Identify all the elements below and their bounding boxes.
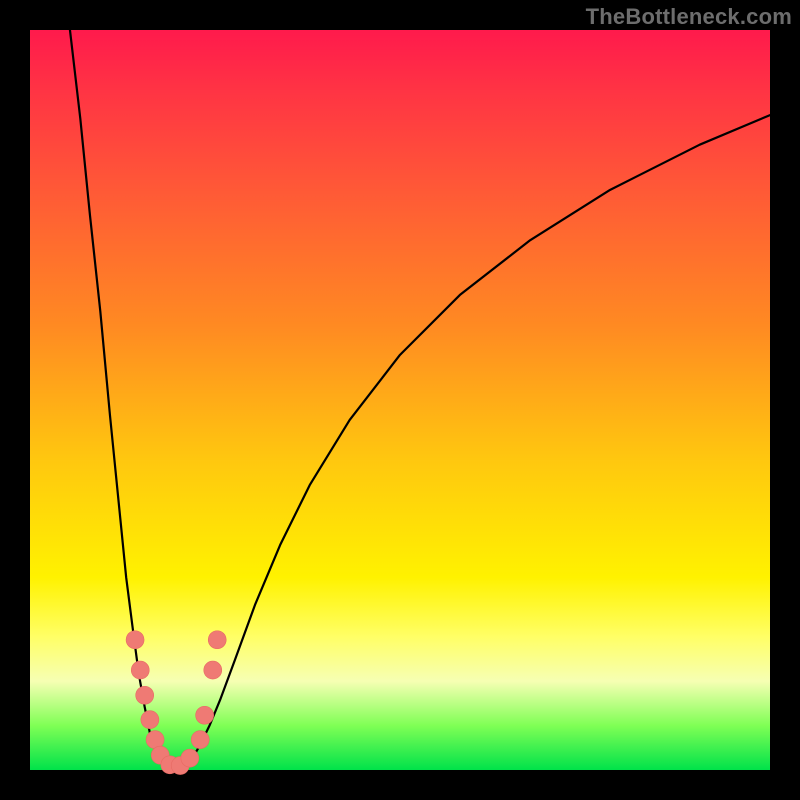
marker-dot <box>191 731 209 749</box>
plot-area <box>30 30 770 770</box>
marker-dot <box>204 661 222 679</box>
marker-dot <box>181 749 199 767</box>
marker-dot <box>196 706 214 724</box>
chart-stage: TheBottleneck.com <box>0 0 800 800</box>
marker-dot <box>126 631 144 649</box>
marker-dot <box>141 711 159 729</box>
curve-left-branch <box>70 30 160 760</box>
curve-right-branch <box>200 115 770 745</box>
marker-dot <box>146 731 164 749</box>
marker-dot <box>208 631 226 649</box>
plot-svg <box>30 30 770 770</box>
watermark-text: TheBottleneck.com <box>586 4 792 30</box>
marker-dot <box>131 661 149 679</box>
marker-dot <box>136 686 154 704</box>
marker-group <box>126 631 226 775</box>
